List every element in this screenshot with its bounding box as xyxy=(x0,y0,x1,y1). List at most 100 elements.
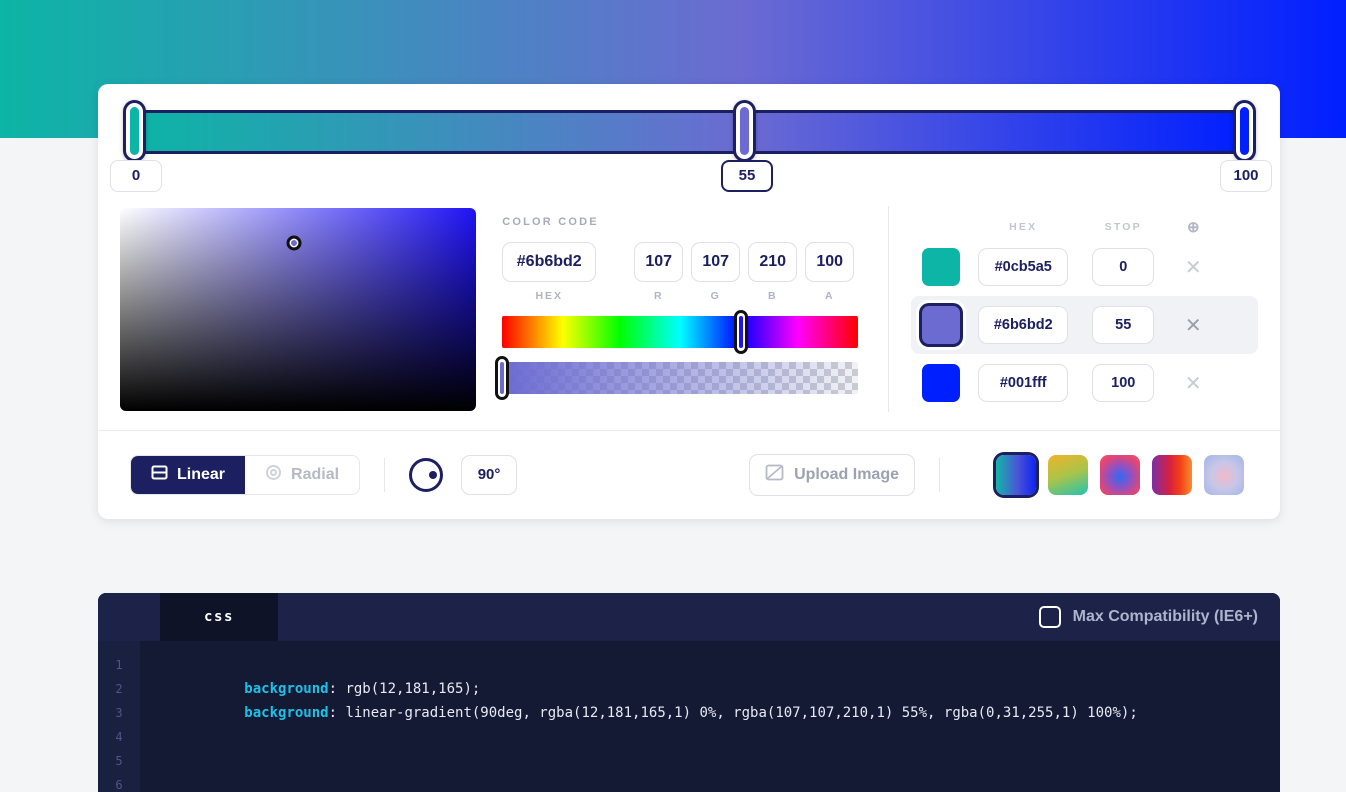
tab-css[interactable]: css xyxy=(160,593,278,641)
angle-dial-knob[interactable] xyxy=(429,471,438,479)
stop-hex-input[interactable]: #0cb5a5 xyxy=(978,248,1069,286)
preset-swatch-pink-blue-radial[interactable] xyxy=(1100,455,1141,495)
angle-dial[interactable] xyxy=(409,458,444,492)
picker-cursor[interactable] xyxy=(286,235,302,251)
stop-hex-input[interactable]: #6b6bd2 xyxy=(978,306,1069,344)
stop-hex-cell: #001fff xyxy=(971,364,1075,402)
stop-value-input-2[interactable]: 100 xyxy=(1220,160,1272,192)
green-input-label: G xyxy=(710,290,721,302)
max-compatibility-toggle[interactable]: Max Compatibility (IE6+) xyxy=(1038,606,1280,628)
toolbar-divider xyxy=(384,458,386,492)
hue-slider[interactable] xyxy=(502,316,859,348)
angle-input[interactable]: 90° xyxy=(461,455,518,495)
code-line: background: rgb(12,181,165); xyxy=(160,653,1280,697)
stop-position-cell: 100 xyxy=(1075,364,1171,402)
max-compatibility-checkbox[interactable] xyxy=(1038,606,1061,628)
stop-position-input[interactable]: 55 xyxy=(1092,306,1155,344)
css-property: background xyxy=(244,705,329,721)
preset-swatch-purple-red-orange[interactable] xyxy=(1152,455,1193,495)
gradient-editor-card: 0 55 100 Color Code #6b6bd2 HEX xyxy=(98,84,1280,519)
upload-image-button[interactable]: Upload Image xyxy=(749,454,916,496)
green-input[interactable]: 107 xyxy=(691,242,741,282)
preset-swatch-yellow-teal[interactable] xyxy=(1048,455,1089,495)
stop-swatch[interactable] xyxy=(922,306,961,344)
gradient-stop-handle-1[interactable] xyxy=(733,100,756,162)
image-icon xyxy=(765,463,784,487)
linear-icon xyxy=(151,464,168,486)
hex-input[interactable]: #6b6bd2 xyxy=(502,242,597,282)
css-value: : linear-gradient(90deg, rgba(12,181,165… xyxy=(328,705,1138,721)
stop-swatch-cell[interactable] xyxy=(911,248,971,286)
stop-hex-input[interactable]: #001fff xyxy=(978,364,1069,402)
css-property: background xyxy=(244,681,329,697)
alpha-slider-row xyxy=(495,356,859,400)
red-input[interactable]: 107 xyxy=(634,242,684,282)
blue-input-label: B xyxy=(767,290,778,302)
alpha-input[interactable]: 100 xyxy=(805,242,855,282)
stops-table-header: HEX STOP ⊕ xyxy=(911,216,1258,238)
add-stop-icon[interactable]: ⊕ xyxy=(1171,218,1215,236)
code-body: 1 2 3 4 5 6 background: rgb(12,181,165);… xyxy=(98,641,1280,792)
line-number: 5 xyxy=(115,754,123,768)
stop-swatch[interactable] xyxy=(922,364,961,402)
color-stops-panel: HEX STOP ⊕ #0cb5a5 0 ✕ #6b6bd2 55 ✕ #001… xyxy=(889,206,1258,412)
stop-position-cell: 55 xyxy=(1075,306,1171,344)
gradient-stop-value-row: 0 55 100 xyxy=(98,160,1280,206)
color-code-section: Color Code #6b6bd2 HEX 107 R 107 G xyxy=(492,206,890,412)
remove-stop-icon[interactable]: ✕ xyxy=(1171,371,1215,396)
alpha-slider[interactable] xyxy=(502,362,859,394)
stop-value-input-0[interactable]: 0 xyxy=(110,160,162,192)
line-number-gutter: 1 2 3 4 5 6 xyxy=(98,641,140,792)
remove-stop-icon[interactable]: ✕ xyxy=(1171,313,1215,338)
gradient-slider-region[interactable] xyxy=(98,84,1280,162)
code-tab-spacer xyxy=(98,593,160,641)
stop-swatch-cell[interactable] xyxy=(911,306,971,344)
hue-slider-handle[interactable] xyxy=(733,310,748,354)
color-code-label: Color Code xyxy=(502,216,599,228)
stop-row[interactable]: #6b6bd2 55 ✕ xyxy=(911,296,1258,354)
line-number: 1 xyxy=(115,658,123,672)
gradient-toolbar: Linear Radial 90° Upload Image xyxy=(98,431,1280,519)
linear-type-label: Linear xyxy=(177,466,226,483)
radial-type-label: Radial xyxy=(291,466,340,483)
preset-swatch-light-blue-pink[interactable] xyxy=(1204,455,1245,495)
linear-type-button[interactable]: Linear xyxy=(131,456,246,494)
saturation-value-picker[interactable] xyxy=(120,208,476,411)
remove-stop-icon[interactable]: ✕ xyxy=(1171,255,1215,280)
gradient-stop-handle-0[interactable] xyxy=(122,100,146,162)
stops-header-hex: HEX xyxy=(1009,221,1038,233)
saturation-value-picker-area xyxy=(120,206,492,412)
alpha-input-label: A xyxy=(824,290,835,302)
radial-icon xyxy=(265,464,282,486)
line-number: 2 xyxy=(115,682,123,696)
code-text-area[interactable]: background: rgb(12,181,165); background:… xyxy=(140,641,1280,792)
hue-slider-row xyxy=(502,310,859,354)
max-compatibility-label: Max Compatibility (IE6+) xyxy=(1072,608,1258,625)
stop-hex-cell: #0cb5a5 xyxy=(971,248,1075,286)
stop-row[interactable]: #0cb5a5 0 ✕ xyxy=(911,238,1258,296)
line-number: 3 xyxy=(115,706,123,720)
code-output-panel: css Max Compatibility (IE6+) 1 2 3 4 5 6… xyxy=(98,593,1280,792)
color-editing-section: Color Code #6b6bd2 HEX 107 R 107 G xyxy=(98,206,1280,431)
stop-position-input[interactable]: 100 xyxy=(1092,364,1155,402)
upload-image-label: Upload Image xyxy=(794,466,899,483)
stop-position-input[interactable]: 0 xyxy=(1092,248,1155,286)
radial-type-button[interactable]: Radial xyxy=(245,456,360,494)
gradient-type-toggle: Linear Radial xyxy=(130,455,361,495)
preset-swatch-teal-blue[interactable] xyxy=(996,455,1037,495)
preset-gradients xyxy=(996,455,1245,495)
stops-header-stop: STOP xyxy=(1104,221,1142,233)
presets-divider xyxy=(939,458,941,492)
line-number: 6 xyxy=(115,778,123,792)
stop-hex-cell: #6b6bd2 xyxy=(971,306,1075,344)
blue-input[interactable]: 210 xyxy=(748,242,798,282)
gradient-stop-handle-2[interactable] xyxy=(1232,100,1256,162)
stop-row[interactable]: #001fff 100 ✕ xyxy=(911,354,1258,412)
gradient-preview-bar[interactable] xyxy=(134,110,1244,154)
color-code-inputs: #6b6bd2 HEX 107 R 107 G 210 B 100 A xyxy=(502,242,858,302)
red-input-label: R xyxy=(653,290,664,302)
stop-swatch[interactable] xyxy=(922,248,961,286)
alpha-slider-handle[interactable] xyxy=(495,356,510,400)
stop-swatch-cell[interactable] xyxy=(911,364,971,402)
stop-value-input-1[interactable]: 55 xyxy=(721,160,773,192)
